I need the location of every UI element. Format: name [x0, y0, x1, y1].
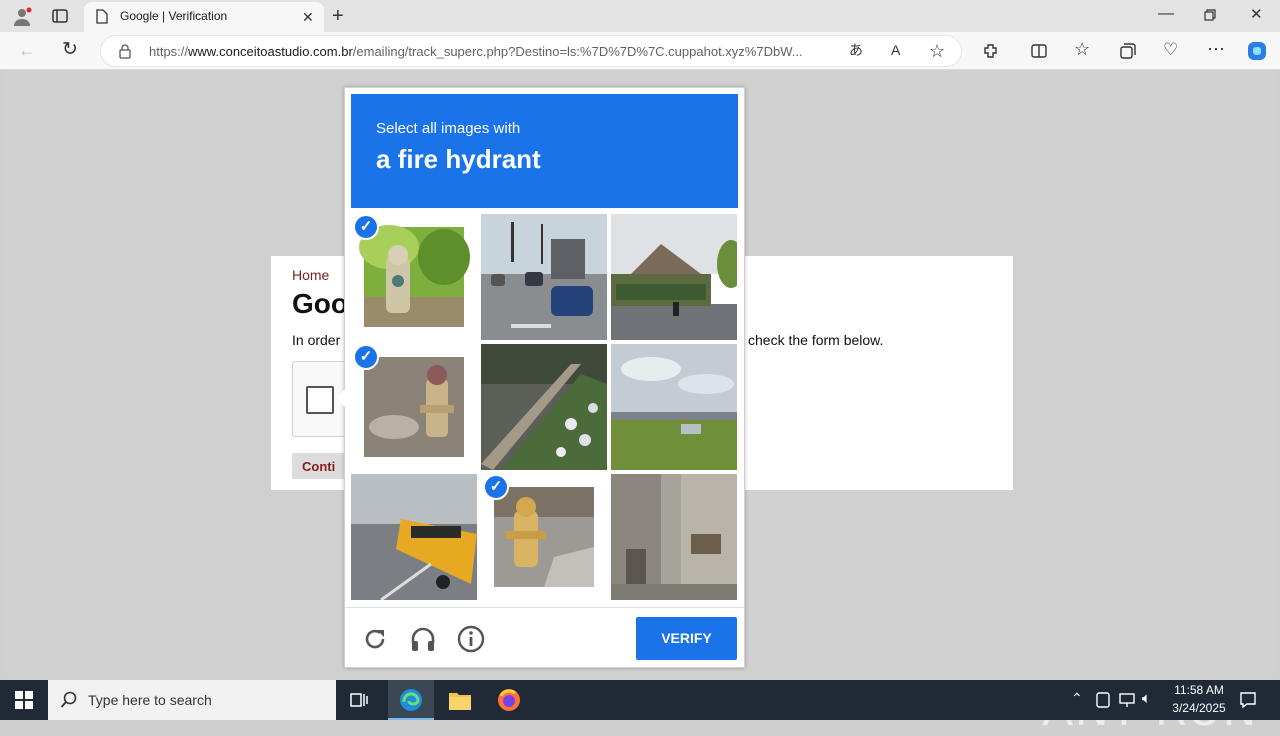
recaptcha-checkbox[interactable]	[306, 386, 334, 414]
prompt-target: a fire hydrant	[376, 144, 541, 174]
challenge-tile[interactable]	[351, 474, 477, 600]
browser-tab-bar: Google | Verification ✕ + — ✕	[0, 0, 1280, 32]
edge-taskbar-button[interactable]	[388, 680, 434, 720]
clock-date[interactable]: 3/24/2025	[1168, 701, 1230, 715]
volume-icon[interactable]: 🔈︎	[1142, 691, 1151, 706]
search-icon	[60, 691, 78, 712]
close-tab-icon[interactable]: ✕	[302, 10, 314, 24]
favorites-icon[interactable]: ☆	[1074, 40, 1090, 58]
copilot-icon[interactable]	[1246, 40, 1268, 66]
split-screen-icon[interactable]	[1030, 42, 1048, 64]
firefox-icon[interactable]	[497, 688, 521, 715]
windows-taskbar: Type here to search ⌃ 🔈︎ 11:58 AM 3/24/2…	[0, 680, 1280, 720]
favorite-star-icon[interactable]: ☆	[929, 42, 945, 60]
verify-button[interactable]: VERIFY	[636, 617, 737, 660]
maximize-icon[interactable]	[1204, 9, 1216, 25]
address-toolbar: ← ↻ https://www.conceitoastudio.com.br/e…	[0, 32, 1280, 70]
audio-icon[interactable]	[409, 625, 437, 657]
url-bar[interactable]: https://www.conceitoastudio.com.br/email…	[100, 35, 962, 67]
collections-icon[interactable]	[1119, 42, 1137, 64]
file-explorer-icon[interactable]	[448, 689, 472, 714]
new-tab-icon[interactable]: +	[332, 6, 344, 26]
url-path: /emailing/track_superc.php?Destino=ls:%7…	[352, 44, 803, 59]
active-tab[interactable]: Google | Verification ✕	[84, 2, 324, 32]
intro-text-right: check the form below.	[748, 332, 884, 348]
windows-start-icon[interactable]	[15, 691, 33, 712]
lock-icon[interactable]	[119, 44, 131, 63]
refresh-icon[interactable]: ↻	[62, 40, 78, 59]
more-icon[interactable]: ⋯	[1207, 40, 1225, 58]
image-challenge-dialog: Select all images with a fire hydrant ✓ …	[336, 87, 745, 668]
tab-actions-icon[interactable]	[52, 8, 68, 28]
challenge-tile[interactable]	[611, 344, 737, 470]
challenge-tile[interactable]	[611, 474, 737, 600]
read-aloud-icon[interactable]: A	[891, 43, 900, 57]
dialog-pointer	[336, 388, 346, 408]
task-view-icon[interactable]	[350, 691, 368, 712]
page-icon	[96, 9, 108, 28]
profile-icon[interactable]	[12, 7, 32, 31]
tab-title: Google | Verification	[120, 9, 228, 23]
continue-label: Conti	[302, 459, 336, 474]
extensions-icon[interactable]	[982, 42, 1000, 64]
selected-check-icon: ✓	[353, 214, 379, 240]
edge-icon	[399, 688, 423, 715]
reload-icon[interactable]	[362, 626, 388, 656]
minimize-icon[interactable]: —	[1158, 6, 1174, 22]
prompt-instruction: Select all images with	[376, 120, 521, 137]
chevron-up-icon[interactable]: ⌃	[1071, 691, 1083, 705]
device-icon[interactable]	[1096, 692, 1110, 711]
network-icon[interactable]	[1119, 692, 1135, 711]
notifications-icon[interactable]	[1239, 691, 1257, 712]
translate-icon[interactable]: あ	[849, 43, 863, 57]
home-link[interactable]: Home	[292, 267, 329, 283]
url-domain: www.conceitoastudio.com.br	[188, 44, 353, 59]
selected-check-icon: ✓	[483, 474, 509, 500]
page-heading: Goo	[292, 288, 348, 319]
url-text[interactable]: https://www.conceitoastudio.com.br/email…	[149, 44, 839, 59]
search-placeholder: Type here to search	[88, 692, 212, 708]
intro-text-left: In order	[292, 332, 341, 348]
challenge-tile[interactable]	[481, 214, 607, 340]
back-icon[interactable]: ←	[18, 41, 36, 59]
clock-time[interactable]: 11:58 AM	[1168, 683, 1230, 697]
footer-divider	[345, 607, 744, 608]
challenge-tile[interactable]	[611, 214, 737, 340]
selected-check-icon: ✓	[353, 344, 379, 370]
taskbar-search-box[interactable]: Type here to search	[48, 680, 336, 720]
verify-label: VERIFY	[661, 630, 712, 646]
browser-essentials-icon[interactable]: ♡	[1163, 41, 1178, 58]
challenge-tile[interactable]	[481, 344, 607, 470]
challenge-header: Select all images with a fire hydrant	[351, 94, 738, 208]
info-icon[interactable]	[457, 625, 485, 657]
close-window-icon[interactable]: ✕	[1250, 7, 1263, 22]
